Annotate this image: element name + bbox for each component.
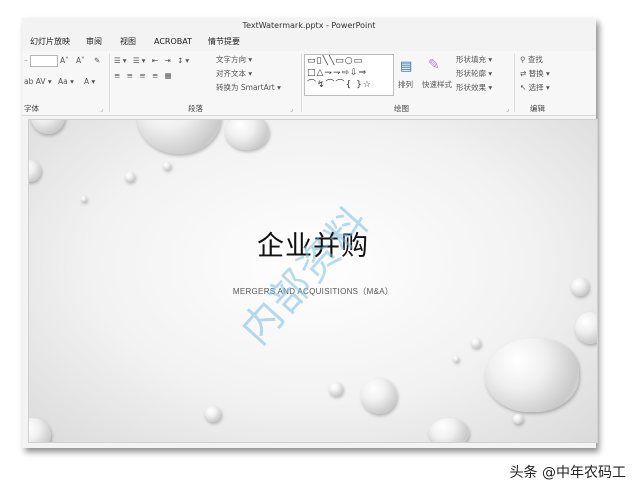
- ribbon: ⁻ A˄ A˅ ✎ ab AV ▾ Aa ▾ A ▾ 字体 ⌟ ☰▾ ☰▾ ⇤ …: [22, 51, 596, 116]
- find-button[interactable]: ⚲ 查找: [520, 54, 543, 65]
- powerpoint-window: TextWatermark.pptx - PowerPoint 幻灯片放映 审阅…: [22, 18, 598, 448]
- window-title: TextWatermark.pptx - PowerPoint: [22, 18, 596, 34]
- water-drop: [513, 414, 523, 424]
- ribbon-tabs: 幻灯片放映 审阅 视图 ACROBAT 情节提要: [22, 35, 596, 49]
- list-buttons-icon[interactable]: ☰▾ ☰▾ ⇤ ⇥ ↕▾: [114, 56, 191, 65]
- shape-fill-button[interactable]: 形状填充 ▾: [456, 54, 492, 65]
- drawing-group-label: 绘图: [394, 104, 409, 113]
- water-drop: [575, 312, 597, 344]
- shrink-font-button[interactable]: A˅: [76, 56, 85, 65]
- change-case-button[interactable]: Aa ▾: [58, 77, 74, 86]
- quick-styles-button[interactable]: 快速样式: [422, 79, 452, 90]
- cursor-icon: ↖: [520, 83, 529, 92]
- replace-button[interactable]: ⇄ 替换 ▾: [520, 68, 550, 79]
- tab-acrobat[interactable]: ACROBAT: [154, 35, 192, 49]
- select-button[interactable]: ↖ 选择 ▾: [520, 82, 550, 93]
- water-drop: [329, 382, 343, 396]
- shape-outline-button[interactable]: 形状轮廓 ▾: [456, 68, 492, 79]
- water-drop: [81, 196, 87, 202]
- water-drop: [471, 338, 481, 348]
- align-text-button[interactable]: 对齐文本 ▾: [216, 68, 252, 79]
- water-drop: [125, 172, 135, 182]
- water-drop: [137, 120, 221, 154]
- replace-icon: ⇄: [520, 69, 529, 78]
- bullet-icon[interactable]: ⁻: [24, 57, 28, 66]
- tab-view[interactable]: 视图: [120, 35, 136, 49]
- paragraph-group: ☰▾ ☰▾ ⇤ ⇥ ↕▾ ≡ ≡ ≡ ≡ ▦ 文字方向 ▾ 对齐文本 ▾ 转换为…: [112, 51, 300, 115]
- drawing-dialog-launcher-icon[interactable]: ⌟: [506, 106, 509, 113]
- font-color-icon[interactable]: A ▾: [84, 77, 95, 86]
- text-watermark[interactable]: 内部资料: [225, 191, 381, 355]
- water-drop: [429, 418, 469, 442]
- paragraph-dialog-launcher-icon[interactable]: ⌟: [290, 106, 293, 113]
- binoculars-icon: ⚲: [520, 55, 528, 64]
- font-group-label: 字体: [24, 104, 39, 113]
- shapes-gallery[interactable]: ▭▯╲╲▭○▭ □△⇁⇁⇨⇩⇒ ⌒↯⌒⌒{ }☆: [304, 54, 394, 96]
- source-credit: 头条 @中年农码工: [509, 465, 626, 481]
- text-direction-button[interactable]: 文字方向 ▾: [216, 54, 252, 65]
- slide-canvas[interactable]: 企业并购 MERGERS AND ACQUISITIONS（M&A） 内部资料: [28, 119, 598, 443]
- arrange-button[interactable]: 排列: [398, 79, 413, 90]
- tab-storyboard[interactable]: 情节提要: [208, 35, 240, 49]
- water-drop: [453, 356, 459, 362]
- paragraph-group-label: 段落: [188, 104, 203, 113]
- font-dialog-launcher-icon[interactable]: ⌟: [100, 106, 103, 113]
- group-divider: [109, 54, 110, 112]
- water-drop: [205, 406, 221, 422]
- group-divider: [301, 54, 302, 112]
- grow-font-button[interactable]: A˄: [60, 56, 69, 65]
- shape-effects-button[interactable]: 形状效果 ▾: [456, 82, 492, 93]
- font-size-field[interactable]: [30, 55, 58, 67]
- convert-smartart-button[interactable]: 转换为 SmartArt ▾: [216, 82, 281, 93]
- font-group: ⁻ A˄ A˅ ✎ ab AV ▾ Aa ▾ A ▾ 字体 ⌟: [22, 51, 108, 115]
- water-drop: [29, 160, 41, 182]
- water-drop: [361, 378, 397, 414]
- water-drop: [485, 338, 579, 412]
- tab-review[interactable]: 审阅: [86, 35, 102, 49]
- group-divider: [514, 54, 515, 112]
- editing-group-label: 编辑: [530, 104, 545, 113]
- clear-format-icon[interactable]: ✎: [94, 56, 100, 65]
- quick-styles-icon[interactable]: ✎: [428, 57, 440, 73]
- align-buttons-icon[interactable]: ≡ ≡ ≡ ≡ ▦: [114, 71, 174, 80]
- water-drop: [163, 162, 171, 170]
- water-drop: [29, 418, 51, 442]
- arrange-icon[interactable]: ▤: [400, 59, 412, 74]
- water-drop: [31, 120, 65, 134]
- water-drop: [225, 120, 269, 150]
- tab-slideshow[interactable]: 幻灯片放映: [30, 35, 70, 49]
- font-format-icons[interactable]: ab AV ▾: [24, 77, 52, 86]
